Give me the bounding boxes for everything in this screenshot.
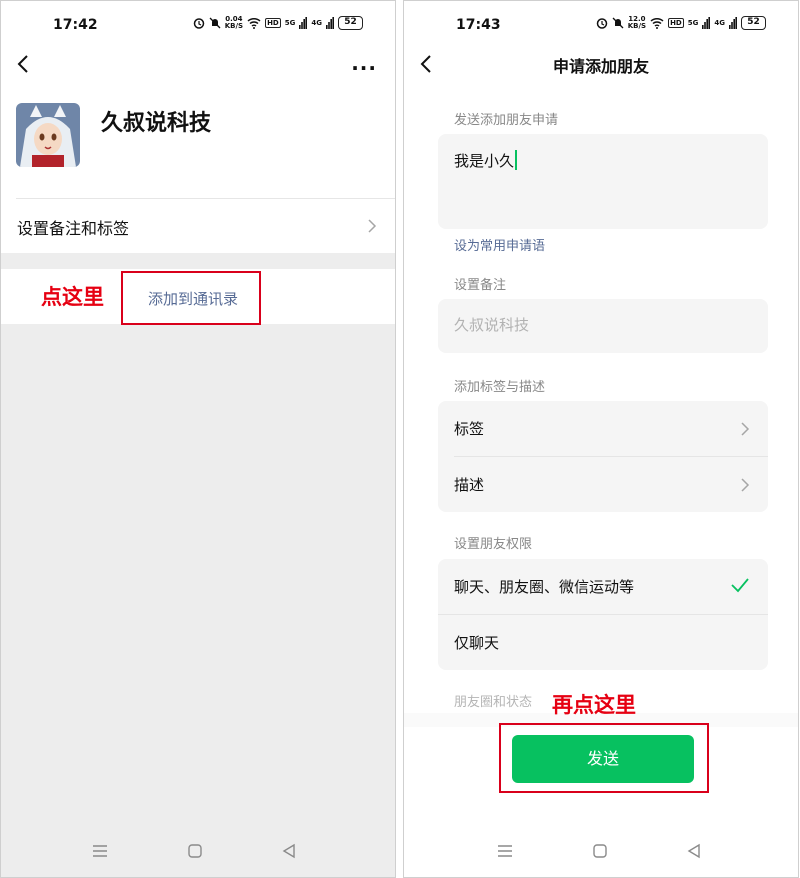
permission-option-chat-only[interactable]: 仅聊天 — [438, 615, 768, 670]
signal-bars-icon — [702, 17, 711, 29]
back-nav-icon[interactable] — [281, 843, 297, 859]
chevron-right-icon — [741, 422, 750, 436]
home-nav-icon[interactable] — [187, 843, 203, 859]
alarm-icon — [193, 18, 204, 29]
hd-badge: HD — [668, 18, 684, 28]
hd-badge: HD — [265, 18, 281, 28]
mute-bell-icon — [612, 17, 624, 29]
signal-bars-icon — [299, 17, 308, 29]
text-caret — [515, 150, 518, 170]
left-phone-screen: 17:42 0.04 KB/S HD 5G 4G 52 ··· 久叔说科技 设置… — [0, 0, 396, 878]
status-bar: 17:43 12.0 KB/S HD 5G 4G 52 — [404, 1, 798, 49]
mute-bell-icon — [209, 17, 221, 29]
request-section-label: 发送添加朋友申请 — [454, 113, 559, 128]
permission-option-all[interactable]: 聊天、朋友圈、微信运动等 — [438, 559, 768, 614]
tags-section-label: 添加标签与描述 — [454, 380, 546, 395]
signal-5g: 5G — [284, 19, 296, 27]
description-item[interactable]: 描述 — [438, 457, 768, 512]
battery-level: 52 — [741, 16, 766, 30]
set-common-phrase-link[interactable]: 设为常用申请语 — [454, 235, 545, 254]
remark-placeholder: 久叔说科技 — [454, 316, 530, 334]
remark-section-label: 设置备注 — [454, 278, 507, 293]
right-phone-screen: 17:43 12.0 KB/S HD 5G 4G 52 申请添加朋友 发送添加朋友… — [403, 0, 799, 878]
annotation-box — [121, 271, 261, 325]
wifi-icon — [650, 17, 664, 29]
back-nav-icon[interactable] — [686, 843, 702, 859]
net-speed: 0.04 KB/S — [224, 15, 244, 30]
battery-level: 52 — [338, 16, 363, 30]
signal-4g: 4G — [311, 19, 322, 27]
signal-4g: 4G — [714, 19, 725, 27]
permission-group: 聊天、朋友圈、微信运动等 仅聊天 — [438, 559, 768, 670]
moments-section-label: 朋友圈和状态 — [454, 695, 533, 710]
permission-section-label: 设置朋友权限 — [454, 537, 533, 552]
status-time: 17:43 — [456, 17, 501, 33]
send-button[interactable]: 发送 — [512, 735, 694, 783]
status-time: 17:42 — [53, 17, 98, 33]
permission-option-all-label: 聊天、朋友圈、微信运动等 — [454, 578, 635, 596]
annotation-click-here: 点这里 — [41, 285, 104, 309]
description-item-label: 描述 — [454, 476, 485, 494]
remark-row-label: 设置备注和标签 — [17, 219, 130, 238]
checkmark-icon — [731, 578, 749, 593]
alarm-icon — [596, 18, 607, 29]
status-bar: 17:42 0.04 KB/S HD 5G 4G 52 — [1, 1, 395, 49]
menu-nav-icon[interactable] — [92, 843, 108, 859]
annotation-click-again: 再点这里 — [552, 693, 636, 717]
back-arrow-icon[interactable] — [13, 53, 35, 75]
remark-and-tags-row[interactable]: 设置备注和标签 — [1, 199, 395, 253]
signal-bars-icon — [729, 17, 737, 29]
signal-5g: 5G — [687, 19, 699, 27]
more-dots-icon[interactable]: ··· — [351, 56, 377, 80]
system-nav-bar — [404, 843, 798, 863]
system-nav-bar — [1, 843, 395, 863]
tags-group: 标签 描述 — [438, 401, 768, 512]
avatar[interactable] — [16, 103, 80, 167]
contact-name: 久叔说科技 — [101, 111, 212, 136]
signal-bars-icon — [326, 17, 334, 29]
page-title: 申请添加朋友 — [552, 57, 649, 76]
permission-option-chat-only-label: 仅聊天 — [454, 634, 500, 652]
chevron-right-icon — [741, 478, 750, 492]
home-nav-icon[interactable] — [592, 843, 608, 859]
status-icons: 0.04 KB/S HD 5G 4G 52 — [193, 16, 363, 30]
tags-item-label: 标签 — [454, 420, 485, 438]
menu-nav-icon[interactable] — [497, 843, 513, 859]
chevron-right-icon — [368, 219, 377, 233]
tags-item[interactable]: 标签 — [438, 401, 768, 456]
remark-input[interactable]: 久叔说科技 — [438, 299, 768, 353]
request-message-text: 我是小久 — [454, 150, 518, 171]
net-speed: 12.0 KB/S — [627, 15, 647, 30]
status-icons: 12.0 KB/S HD 5G 4G 52 — [596, 16, 766, 30]
request-message-input[interactable]: 我是小久 — [438, 134, 768, 229]
wifi-icon — [247, 17, 261, 29]
